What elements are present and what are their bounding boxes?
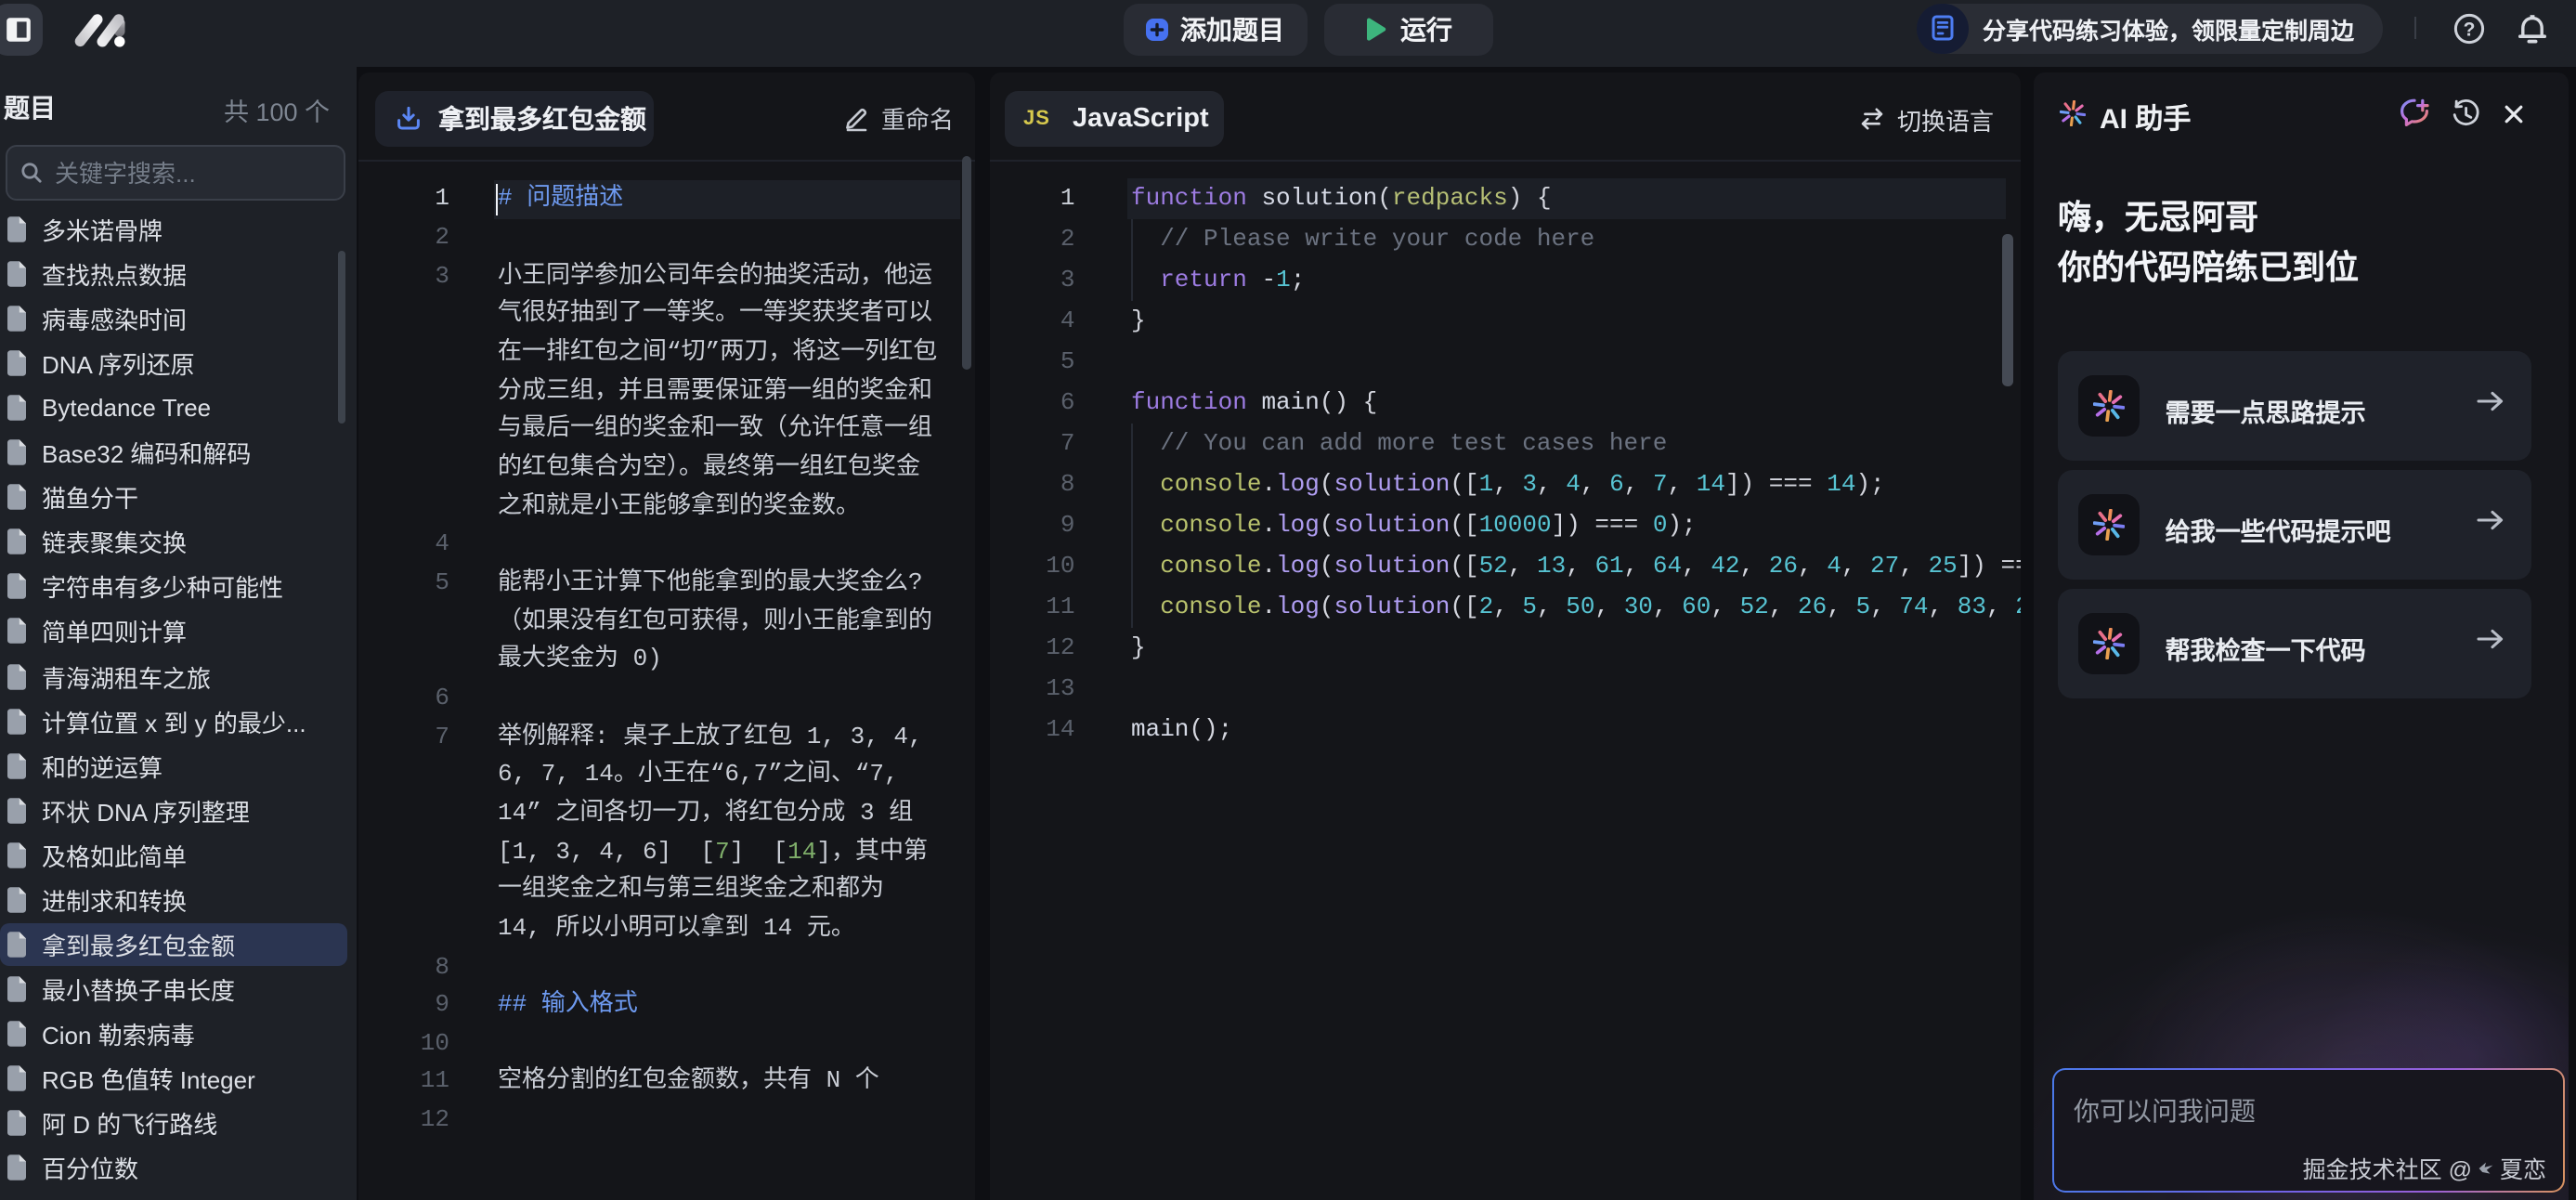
svg-text:?: ? (2464, 18, 2476, 39)
